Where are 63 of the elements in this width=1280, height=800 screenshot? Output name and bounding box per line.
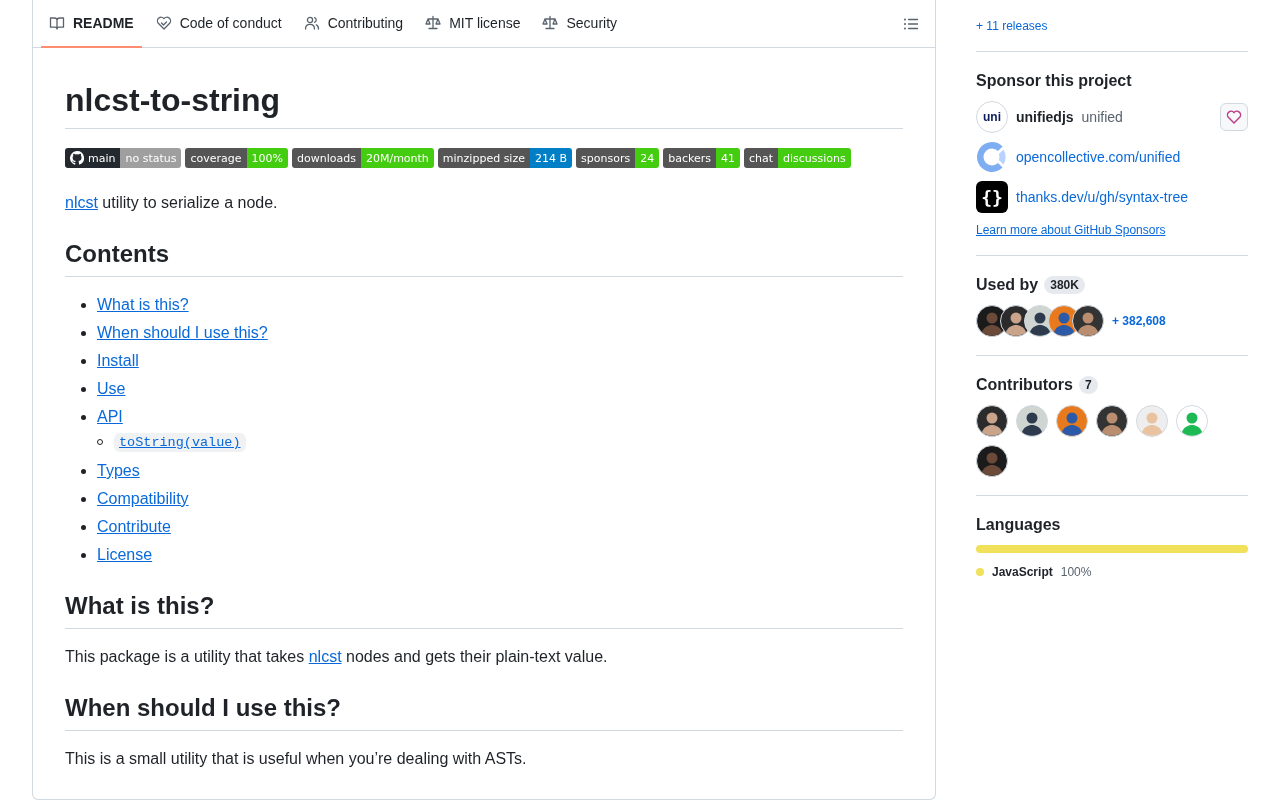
contents-link[interactable]: Use xyxy=(97,377,126,401)
tab[interactable]: Security xyxy=(534,0,626,48)
readme-title: nlcst-to-string xyxy=(65,81,281,120)
book-icon xyxy=(49,15,65,31)
contents-link[interactable]: When should I use this? xyxy=(97,321,268,345)
tab[interactable]: Code of conduct xyxy=(147,0,290,48)
avatar[interactable] xyxy=(976,445,1008,477)
learn-more-link[interactable]: Learn more about GitHub Sponsors xyxy=(976,223,1166,237)
sponsor-button[interactable] xyxy=(1220,103,1248,131)
link[interactable]: nlcst xyxy=(308,648,342,665)
tab[interactable]: MIT license xyxy=(417,0,529,48)
paragraph: nlcst utility to serialize a node. xyxy=(65,193,279,213)
bullet-icon xyxy=(81,302,86,308)
braces-logo[interactable]: {} xyxy=(976,181,1008,213)
paragraph: This is a small utility that is useful when you’re dealing with ASTs. xyxy=(65,749,528,769)
releases-link[interactable]: + 11 releases xyxy=(976,19,1048,33)
contents-link[interactable]: Install xyxy=(97,349,139,373)
bullet-icon xyxy=(81,414,86,420)
section-heading: Contents xyxy=(65,239,169,269)
count-label: 7 xyxy=(1078,376,1098,394)
heart-icon xyxy=(155,15,172,31)
sponsor-link[interactable]: opencollective.com/unified xyxy=(1016,149,1181,165)
language-name[interactable]: JavaScript xyxy=(992,565,1053,579)
contents-link[interactable]: API xyxy=(97,405,123,429)
paragraph: This package is a utility that takes nlcst nodes and gets their plain-text value. xyxy=(65,647,609,667)
bullet-icon xyxy=(81,468,86,474)
scale-icon xyxy=(425,15,442,31)
count-label: 380K xyxy=(1044,276,1085,294)
section-title: Sponsor this project xyxy=(976,71,1133,91)
contents-link[interactable]: Contribute xyxy=(97,515,171,539)
sponsor-name[interactable]: unifiedjs xyxy=(1016,109,1074,125)
ring-logo-icon xyxy=(976,141,1008,173)
avatar[interactable] xyxy=(976,405,1008,437)
bullet-icon xyxy=(81,330,86,336)
avatar xyxy=(1072,305,1104,337)
section-heading: What is this? xyxy=(65,591,215,621)
avatar[interactable] xyxy=(1096,405,1128,437)
bullet-icon xyxy=(81,358,86,364)
people-icon xyxy=(303,15,320,31)
section-title: Contributors xyxy=(976,375,1073,395)
section-heading: When should I use this? xyxy=(65,693,341,723)
heart-icon xyxy=(1226,109,1242,125)
contents-link[interactable]: Types xyxy=(97,459,140,483)
sponsor-handle: unified xyxy=(1081,109,1123,125)
section-title: Languages xyxy=(976,515,1062,535)
bullet-icon xyxy=(81,386,86,392)
dependents-link[interactable]: + 382,608 xyxy=(1112,314,1166,328)
bullet-icon xyxy=(81,552,86,558)
link[interactable]: nlcst xyxy=(65,194,98,211)
tab[interactable]: Contributing xyxy=(295,0,412,48)
avatar[interactable] xyxy=(1016,405,1048,437)
scale-icon xyxy=(542,15,559,31)
github-icon xyxy=(70,151,84,165)
language-percent: 100% xyxy=(1060,565,1092,579)
section-title: Used by xyxy=(976,275,1039,295)
tab[interactable]: README xyxy=(41,0,142,48)
bullet-icon xyxy=(81,524,86,530)
sponsor-link[interactable]: thanks.dev/u/gh/syntax-tree xyxy=(1016,189,1188,205)
bullet-icon xyxy=(81,496,86,502)
avatar[interactable] xyxy=(1056,405,1088,437)
contents-link[interactable]: Compatibility xyxy=(97,487,189,511)
contents-link[interactable]: What is this? xyxy=(97,293,189,317)
contents-link[interactable]: License xyxy=(97,543,153,567)
